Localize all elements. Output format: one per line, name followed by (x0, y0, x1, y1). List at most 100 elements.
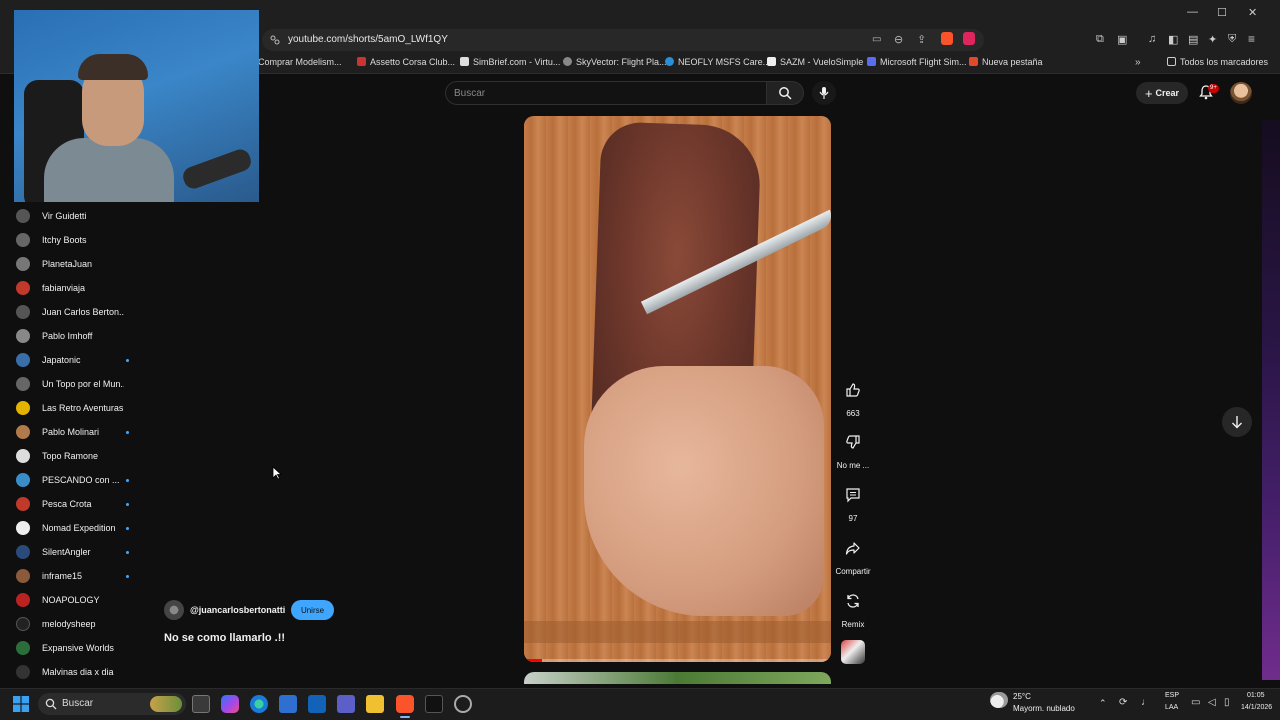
channel-handle[interactable]: @juancarlosbertonatti (190, 605, 285, 615)
windows-start-icon[interactable] (13, 696, 29, 712)
tray-mic-icon[interactable]: ♩ (1141, 697, 1151, 708)
app-icon[interactable] (454, 695, 472, 713)
store-icon[interactable] (279, 695, 297, 713)
sidebar-item-subscription[interactable]: fabianviaja (14, 276, 134, 300)
join-button[interactable]: Unirse (291, 600, 334, 620)
brave-rewards-icon[interactable] (963, 32, 975, 45)
outlook-icon[interactable] (308, 695, 326, 713)
sidebar-item-subscription[interactable]: melodysheep (14, 612, 134, 636)
sidebar-item-subscription[interactable]: SilentAngler (14, 540, 134, 564)
sidebar-item-subscription[interactable]: Japatonic (14, 348, 134, 372)
bookmark-favicon-icon (665, 57, 674, 66)
network-icon[interactable]: ▭ (1191, 697, 1200, 708)
sidebar-item-subscription[interactable]: PlanetaJuan (14, 252, 134, 276)
remix-icon (847, 594, 859, 608)
progress-track[interactable] (524, 659, 831, 662)
remix-button[interactable]: Remix (834, 583, 872, 629)
media-icon[interactable]: ♫ (1148, 33, 1156, 45)
search-button[interactable] (766, 81, 804, 105)
bookmark-item[interactable]: Assetto Corsa Club... (357, 57, 455, 67)
like-button[interactable]: 663 (834, 372, 872, 418)
subscription-name: Topo Ramone (42, 451, 99, 461)
leo-icon[interactable]: ✦ (1208, 33, 1217, 46)
sidebar-item-subscription[interactable]: Las Retro Aventuras (14, 396, 134, 420)
battery-icon[interactable]: ▯ (1224, 697, 1230, 708)
create-label: Crear (1155, 88, 1180, 98)
bookmark-item[interactable]: Microsoft Flight Sim... (867, 57, 967, 67)
voice-search-button[interactable] (812, 81, 836, 105)
channel-avatar[interactable] (164, 600, 184, 620)
tray-app-icon[interactable]: ⟳ (1119, 697, 1127, 708)
sidebar-item-subscription[interactable]: Pablo Imhoff (14, 324, 134, 348)
sidebar-item-subscription[interactable]: inframe15 (14, 564, 134, 588)
file-explorer-icon[interactable] (366, 695, 384, 713)
input-language[interactable]: ESP (1165, 692, 1179, 699)
subscription-name: Pablo Molinari (42, 427, 100, 437)
search-input[interactable] (454, 87, 754, 100)
copilot-icon[interactable] (221, 695, 239, 713)
bookmarks-overflow-icon[interactable]: » (1135, 57, 1141, 68)
bookmark-item[interactable]: Nueva pestaña (969, 57, 1043, 67)
task-view-icon[interactable] (192, 695, 210, 713)
tray-overflow-icon[interactable]: ⌃ (1099, 698, 1107, 709)
audio-source-thumbnail[interactable] (841, 640, 865, 664)
subscription-name: SilentAngler (42, 547, 91, 557)
weather-temperature[interactable]: 25°C (1013, 692, 1031, 701)
dislike-button[interactable]: No me ... (834, 424, 872, 470)
bookmark-item[interactable]: NEOFLY MSFS Care... (665, 57, 770, 67)
bookmark-item[interactable]: SkyVector: Flight Pla... (563, 57, 667, 67)
sidebar-item-subscription[interactable]: Pablo Molinari (14, 420, 134, 444)
minimize-icon[interactable]: — (1187, 6, 1198, 18)
wallet2-icon[interactable]: ▤ (1188, 33, 1198, 46)
sidebar-item-subscription[interactable]: Itchy Boots (14, 228, 134, 252)
sidebar-item-subscription[interactable]: Malvinas dia x dia (14, 660, 134, 684)
comments-button[interactable]: 97 (834, 477, 872, 523)
sidebar-item-subscription[interactable]: Un Topo por el Mun... (14, 372, 134, 396)
cast-icon[interactable]: ▭ (872, 34, 881, 45)
clock-date[interactable]: 14/1/2026 (1241, 704, 1272, 711)
bookmark-item[interactable]: SimBrief.com - Virtu... (460, 57, 560, 67)
create-button[interactable]: + Crear (1136, 82, 1188, 104)
share-button[interactable]: Compartir (834, 530, 872, 576)
brave-browser-icon[interactable] (396, 695, 414, 713)
teams-icon[interactable] (337, 695, 355, 713)
url-text[interactable]: youtube.com/shorts/5amO_LWf1QY (288, 34, 448, 45)
next-short-button[interactable] (1222, 407, 1252, 437)
sidebar-item-subscription[interactable]: Expansive Worlds (14, 636, 134, 660)
edge-icon[interactable] (250, 695, 268, 713)
next-short-preview[interactable] (524, 672, 831, 684)
vpn-icon[interactable]: ⛨ (1228, 33, 1236, 46)
extensions-icon[interactable]: ⧉ (1096, 33, 1104, 46)
bookmark-item[interactable]: Comprar Modelism... (258, 57, 342, 67)
remix-label: Remix (841, 620, 865, 629)
input-layout[interactable]: LAA (1165, 704, 1178, 711)
short-video-player[interactable] (524, 116, 831, 662)
brave-shields-icon[interactable] (941, 32, 953, 45)
all-bookmarks[interactable]: Todos los marcadores (1167, 57, 1268, 67)
sidebar-item-subscription[interactable]: Pesca Crota (14, 492, 134, 516)
mouse-cursor-icon (272, 466, 282, 480)
sidebar-item-subscription[interactable]: Juan Carlos Berton... (14, 300, 134, 324)
arrow-down-icon (1232, 416, 1242, 429)
close-icon[interactable]: ✕ (1248, 6, 1257, 19)
sidebar-item-subscription[interactable]: Nomad Expedition (14, 516, 134, 540)
wallet-icon[interactable]: ▣ (1117, 33, 1127, 46)
sidebar-item-subscription[interactable]: NOAPOLOGY (14, 588, 134, 612)
bookmark-item[interactable]: SAZM - VueloSimple (767, 57, 863, 67)
volume-icon[interactable]: ◁ (1208, 697, 1216, 708)
zoom-icon[interactable]: ⊖ (894, 33, 903, 46)
sidebar-item-subscription[interactable]: PESCANDO con ... (14, 468, 134, 492)
share-page-icon[interactable]: ⇪ (917, 33, 926, 46)
maximize-icon[interactable]: ☐ (1217, 6, 1227, 19)
site-settings-icon[interactable] (270, 35, 280, 45)
sidepanel-icon[interactable]: ◧ (1168, 33, 1178, 46)
sidebar-item-subscription[interactable]: Topo Ramone (14, 444, 134, 468)
menu-icon[interactable]: ≡ (1248, 32, 1255, 46)
clock-time[interactable]: 01:05 (1247, 692, 1265, 699)
webcam-overlay (14, 10, 259, 202)
share-circle (835, 530, 871, 566)
account-avatar[interactable] (1230, 82, 1252, 104)
terminal-icon[interactable] (425, 695, 443, 713)
weather-description[interactable]: Mayorm. nublado (1013, 704, 1075, 713)
sidebar-item-subscription[interactable]: Vir Guidetti (14, 204, 134, 228)
